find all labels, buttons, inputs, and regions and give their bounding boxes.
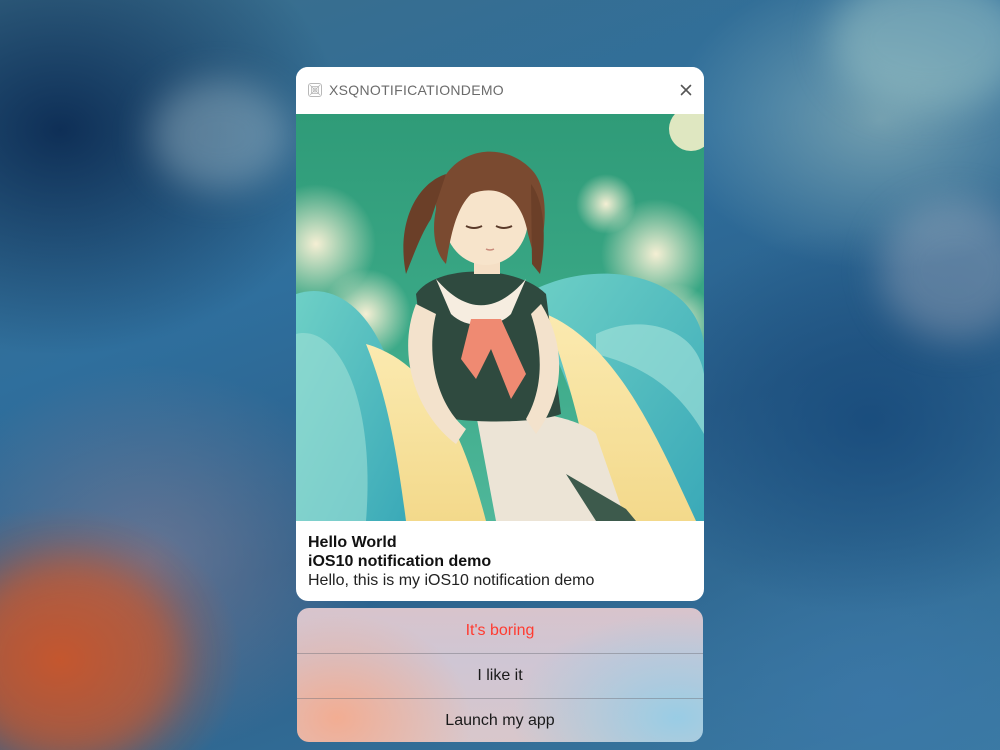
app-name: XSQNOTIFICATIONDEMO [329,82,504,98]
notification-message: Hello, this is my iOS10 notification dem… [308,572,595,589]
wallpaper-blur [0,560,180,750]
notification-attachment-image[interactable] [296,114,704,521]
notification-content: Hello World iOS10 notification demo Hell… [308,533,698,590]
anime-girl-sailor-uniform-image [296,114,704,521]
notification-title: Hello World [308,534,397,551]
notification-actions: It's boring I like it Launch my app [297,608,703,742]
its-boring-button[interactable]: It's boring [297,608,703,653]
wallpaper-blur [830,0,1000,110]
notification-subtitle: iOS10 notification demo [308,553,492,570]
wallpaper-blur [150,80,290,190]
launch-my-app-button[interactable]: Launch my app [297,698,703,742]
notification-card[interactable]: XSQNOTIFICATIONDEMO Hello World iOS10 no… [296,67,704,601]
ios-lock-screen: XSQNOTIFICATIONDEMO Hello World iOS10 no… [0,0,1000,750]
close-icon[interactable] [678,82,694,98]
wallpaper-blur [880,200,1000,340]
notification-header: XSQNOTIFICATIONDEMO [296,67,704,114]
app-placeholder-icon [308,83,322,97]
i-like-it-button[interactable]: I like it [297,653,703,698]
